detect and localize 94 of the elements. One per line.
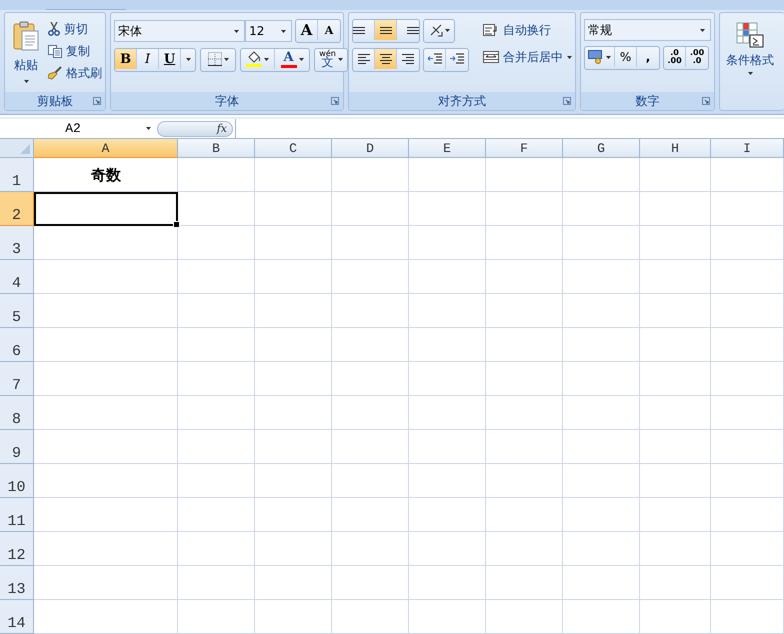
column-header[interactable]: I — [711, 139, 784, 158]
italic-button[interactable]: I — [137, 49, 160, 69]
row-header[interactable]: 10 — [0, 464, 34, 498]
brush-icon — [48, 66, 62, 80]
column-header[interactable]: A — [34, 139, 178, 158]
copy-icon — [48, 44, 62, 58]
paste-button[interactable]: 粘贴 — [8, 19, 44, 92]
indent-icon — [449, 52, 466, 66]
percent-button[interactable]: % — [615, 47, 638, 67]
grow-font-button[interactable]: A — [296, 20, 318, 40]
vertical-align-button[interactable] — [375, 20, 398, 40]
row-header[interactable]: 1 — [0, 158, 34, 192]
column-header[interactable]: G — [563, 139, 640, 158]
number-format-field[interactable]: 常规 — [584, 19, 712, 41]
active-cell[interactable] — [34, 192, 178, 226]
align-icon — [380, 26, 392, 34]
wrap-text-button[interactable]: 自动换行 — [483, 19, 572, 41]
caret-icon — [24, 80, 28, 83]
scissors-icon — [48, 22, 60, 36]
slanted-text-icon — [428, 23, 443, 37]
column-header[interactable]: E — [409, 139, 486, 158]
caret-icon — [234, 30, 240, 32]
caret-icon — [264, 58, 270, 60]
font-color-swatch — [280, 64, 297, 68]
row-header[interactable]: 3 — [0, 226, 34, 260]
merge-cells-icon — [483, 50, 500, 64]
column-header[interactable]: C — [255, 139, 332, 158]
caret-icon — [567, 56, 572, 58]
bold-button[interactable]: B — [115, 49, 138, 69]
group-title: 字体 — [215, 92, 240, 110]
column-header[interactable]: D — [332, 139, 409, 158]
shrink-font-button[interactable]: A — [318, 20, 340, 40]
clipboard-icon — [13, 21, 39, 51]
underline-button[interactable]: U — [159, 49, 182, 69]
caret-icon — [748, 72, 753, 75]
conditional-format-button[interactable]: 条件格式 — [722, 19, 778, 110]
money-icon — [588, 50, 604, 64]
caret-icon — [298, 58, 304, 60]
insert-function-button[interactable]: fx — [157, 120, 233, 136]
border-icon — [208, 52, 222, 66]
increase-decimal-button[interactable]: .0 .00 — [664, 47, 686, 67]
column-header[interactable]: H — [640, 139, 711, 158]
row-header[interactable]: 5 — [0, 294, 34, 328]
fill-handle[interactable] — [173, 221, 180, 228]
brush-button[interactable]: 格式刷 — [48, 63, 102, 83]
table-cell[interactable]: 奇数 — [91, 166, 121, 184]
column-header[interactable]: F — [486, 139, 563, 158]
row-header[interactable]: 12 — [0, 532, 34, 566]
caret-icon — [146, 127, 151, 130]
column-header[interactable]: B — [178, 139, 255, 158]
font-name-field[interactable]: 宋体 — [114, 20, 246, 42]
font-size-field[interactable]: 12 — [245, 20, 292, 42]
row-header[interactable]: 11 — [0, 498, 34, 532]
dialog-launcher-icon[interactable] — [93, 97, 102, 105]
horizontal-align-button[interactable] — [375, 49, 398, 69]
caret-icon — [338, 58, 343, 60]
row-header[interactable]: 8 — [0, 396, 34, 430]
group-title: 剪贴板 — [37, 92, 74, 110]
caret-icon — [224, 58, 229, 60]
caret-icon — [281, 30, 286, 32]
row-header[interactable]: 13 — [0, 566, 34, 600]
paint-bucket-icon — [247, 51, 262, 63]
currency-button[interactable] — [585, 47, 616, 67]
fill-color-swatch — [246, 64, 262, 67]
align-icon — [380, 54, 392, 64]
align-icon — [353, 26, 366, 34]
align-icon — [407, 26, 420, 34]
row-header[interactable]: 2 — [0, 192, 34, 226]
row-header[interactable]: 7 — [0, 362, 34, 396]
caret-icon — [186, 58, 191, 60]
caret-icon — [606, 56, 612, 58]
group-title: 数字 — [636, 92, 660, 110]
indent-icon — [426, 52, 443, 66]
cut-button[interactable]: 剪切 — [48, 19, 102, 39]
merge-center-button[interactable]: 合并后居中 — [483, 46, 572, 68]
row-header[interactable]: 9 — [0, 430, 34, 464]
wrap-text-icon — [483, 23, 500, 37]
row-header[interactable]: 4 — [0, 260, 34, 294]
conditional-format-icon — [735, 21, 766, 49]
dialog-launcher-icon[interactable] — [563, 97, 572, 105]
comma-button[interactable]: , — [637, 47, 660, 67]
group-title: 对齐方式 — [438, 92, 486, 110]
row-header[interactable]: 6 — [0, 328, 34, 362]
align-icon — [358, 54, 370, 64]
dialog-launcher-icon[interactable] — [702, 97, 710, 105]
name-box[interactable]: A2 — [0, 119, 157, 138]
row-header[interactable]: 14 — [0, 600, 34, 634]
caret-icon — [700, 28, 706, 32]
copy-button[interactable]: 复制 — [48, 41, 102, 61]
dialog-launcher-icon[interactable] — [331, 97, 340, 105]
caret-icon — [444, 28, 450, 32]
corner-triangle-icon — [20, 144, 30, 154]
decrease-decimal-button[interactable]: .00 .0 — [686, 47, 708, 67]
align-icon — [402, 54, 414, 64]
